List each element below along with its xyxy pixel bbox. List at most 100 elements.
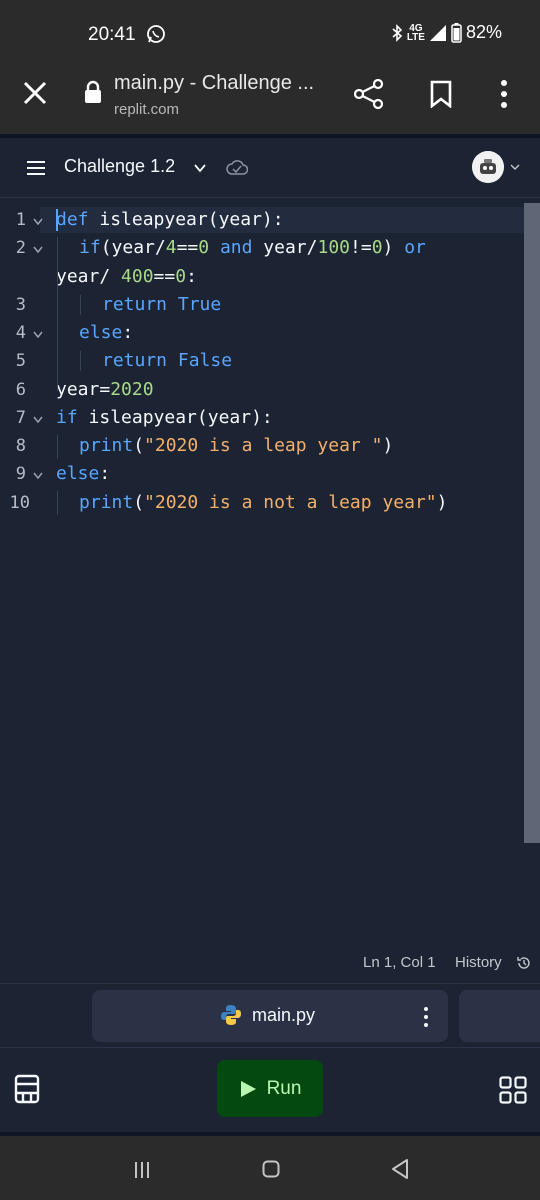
avatar-image — [472, 151, 504, 183]
whatsapp-icon — [147, 25, 165, 43]
code-token: : — [122, 322, 134, 343]
battery-percent: 82% — [465, 22, 502, 42]
history-button[interactable]: History — [455, 954, 502, 971]
code-token: and — [219, 237, 253, 258]
code-line[interactable]: year=2020 — [56, 379, 154, 400]
code-token: ) — [382, 435, 394, 456]
indent-guide — [57, 491, 58, 515]
apps-grid-icon[interactable] — [499, 1076, 527, 1104]
editor-status-bar: Ln 1, Col 1 History — [0, 940, 540, 984]
bookmark-icon[interactable] — [430, 80, 452, 108]
history-icon[interactable] — [516, 955, 532, 971]
fold-chevron-icon[interactable] — [33, 416, 43, 424]
database-icon[interactable] — [14, 1074, 40, 1104]
line-number: 1 — [15, 210, 26, 230]
code-token: == — [176, 237, 199, 258]
more-options-icon[interactable] — [496, 78, 512, 110]
text-cursor — [56, 209, 58, 231]
code-token: : — [99, 463, 111, 484]
code-token: return — [102, 294, 168, 315]
code-token: isleapyear(year): — [77, 407, 273, 428]
chevron-down-icon[interactable] — [193, 161, 207, 175]
code-token: 0 — [371, 237, 383, 258]
line-number: 3 — [15, 295, 26, 315]
fold-chevron-icon[interactable] — [33, 331, 43, 339]
avatar[interactable] — [472, 151, 504, 183]
lock-icon — [85, 80, 101, 103]
recent-apps-icon[interactable] — [132, 1160, 152, 1180]
run-button-label: Run — [266, 1077, 302, 1099]
code-token: 0 — [175, 266, 187, 287]
file-tab-main[interactable]: main.py — [92, 990, 448, 1042]
code-token: 0 — [198, 237, 210, 258]
code-line[interactable]: year/ 400==0: — [56, 266, 197, 287]
indent-guide — [57, 237, 58, 391]
system-navigation-bar — [0, 1132, 540, 1200]
code-line[interactable]: print("2020 is a leap year ") — [79, 435, 393, 456]
fold-chevron-icon[interactable] — [33, 246, 43, 254]
battery-icon — [451, 22, 462, 43]
home-icon[interactable] — [262, 1160, 280, 1178]
browser-toolbar: main.py - Challenge ... replit.com — [0, 60, 540, 134]
status-time: 20:41 — [88, 24, 136, 45]
code-line[interactable]: else: — [79, 322, 133, 343]
file-tab-next[interactable] — [459, 990, 540, 1042]
code-line[interactable]: if isleapyear(year): — [56, 407, 273, 428]
indent-guide — [57, 435, 58, 459]
repl-name[interactable]: Challenge 1.2 — [64, 156, 175, 177]
back-icon[interactable] — [390, 1158, 410, 1180]
tab-menu-icon[interactable] — [422, 1006, 430, 1028]
line-number: 4 — [15, 323, 26, 343]
code-token: else — [56, 463, 100, 484]
file-tab-bar: main.py — [0, 984, 540, 1048]
line-number: 7 — [15, 408, 26, 428]
code-line[interactable]: def isleapyear(year): — [56, 209, 284, 230]
play-icon — [240, 1080, 256, 1097]
code-token: ( — [133, 435, 145, 456]
code-line[interactable]: print("2020 is a not a leap year") — [79, 492, 447, 513]
code-line[interactable]: return True — [102, 294, 221, 315]
signal-icon — [429, 24, 446, 41]
fold-chevron-icon[interactable] — [33, 218, 43, 226]
code-line[interactable]: return False — [102, 350, 232, 371]
line-number: 10 — [9, 493, 30, 513]
fold-chevron-icon[interactable] — [33, 472, 43, 480]
line-number: 6 — [15, 380, 26, 400]
share-icon[interactable] — [354, 79, 384, 109]
code-token: ( — [133, 492, 145, 513]
code-token: return — [102, 350, 168, 371]
indent-guide — [80, 295, 81, 315]
code-token: else — [79, 322, 123, 343]
run-button[interactable]: Run — [217, 1060, 323, 1117]
close-icon[interactable] — [22, 80, 48, 106]
code-token: if — [79, 237, 101, 258]
cloud-check-icon — [226, 160, 248, 175]
code-token: year/ — [252, 237, 318, 258]
code-token: False — [167, 350, 233, 371]
code-token: isleapyear — [88, 209, 208, 230]
avatar-chevron-down-icon[interactable] — [510, 162, 520, 172]
code-line[interactable]: else: — [56, 463, 110, 484]
line-number: 2 — [15, 238, 26, 258]
code-token: "2020 is a leap year " — [144, 435, 383, 456]
bluetooth-icon — [392, 23, 402, 42]
code-token: 4 — [165, 237, 177, 258]
browser-page-title: main.py - Challenge ... — [114, 72, 315, 94]
code-token: (year/ — [100, 237, 166, 258]
status-bar: 20:41 4G LTE 82% — [0, 0, 540, 60]
line-number: 5 — [15, 351, 26, 371]
network-type: 4G LTE — [406, 23, 425, 43]
code-token: year= — [56, 379, 111, 400]
code-token: def — [56, 209, 89, 230]
hamburger-menu-icon[interactable] — [26, 160, 46, 176]
network-sub-label: LTE — [406, 31, 425, 43]
code-line[interactable]: if(year/4==0 and year/100!=0) or — [79, 237, 426, 258]
cursor-position[interactable]: Ln 1, Col 1 — [363, 954, 436, 971]
code-token: 400 — [121, 266, 154, 287]
line-number: 9 — [15, 464, 26, 484]
indent-guide — [80, 351, 81, 371]
editor-scrollbar[interactable] — [524, 203, 540, 843]
code-token: 2020 — [110, 379, 154, 400]
code-editor[interactable]: 1 2 3 4 5 6 7 8 9 10 def isleapyear(year): if(year… — [0, 199, 540, 939]
